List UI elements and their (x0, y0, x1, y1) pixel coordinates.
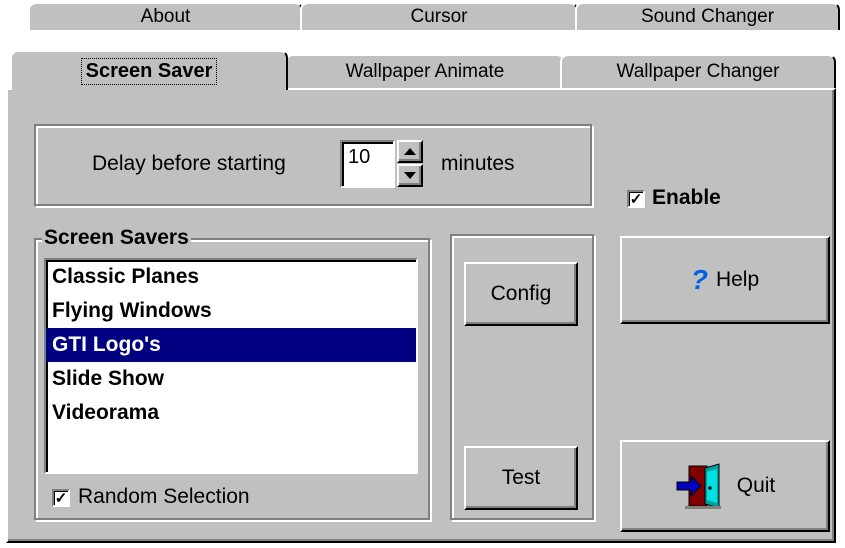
delay-minutes-input[interactable]: 10 (340, 140, 395, 188)
exit-door-icon (675, 462, 727, 510)
question-mark-icon: ? (690, 264, 708, 295)
tab-wallpaper-changer[interactable]: Wallpaper Changer (560, 54, 836, 88)
tab-about[interactable]: About (28, 2, 303, 30)
tab-screen-saver[interactable]: Screen Saver (10, 50, 288, 90)
checkmark-icon: ✓ (629, 190, 643, 208)
config-button[interactable]: Config (464, 262, 578, 326)
quit-label: Quit (736, 474, 776, 497)
arrow-up-icon (404, 148, 416, 155)
tab-sound-changer[interactable]: Sound Changer (575, 2, 840, 30)
test-button[interactable]: Test (464, 446, 578, 510)
checkmark-icon: ✓ (54, 489, 68, 507)
help-label: Help (715, 268, 760, 291)
screen-savers-listbox[interactable]: Classic Planes Flying Windows GTI Logo's Sl… (44, 258, 418, 474)
list-item[interactable]: Slide Show (46, 362, 416, 396)
spin-down-button[interactable] (397, 164, 423, 187)
tab-wallpaper-animate[interactable]: Wallpaper Animate (285, 54, 565, 88)
arrow-down-icon (404, 172, 416, 179)
list-item[interactable]: Classic Planes (46, 260, 416, 294)
enable-checkbox[interactable]: ✓ (627, 190, 645, 208)
delay-group (34, 124, 592, 206)
random-selection-checkbox[interactable]: ✓ (52, 489, 70, 507)
list-item[interactable]: Flying Windows (46, 294, 416, 328)
tab-cursor[interactable]: Cursor (300, 2, 578, 30)
list-item[interactable]: GTI Logo's (46, 328, 416, 362)
list-item[interactable]: Videorama (46, 396, 416, 430)
quit-button[interactable]: Quit (620, 440, 830, 532)
spin-up-button[interactable] (397, 140, 423, 163)
help-button[interactable]: ? Help (620, 236, 830, 324)
